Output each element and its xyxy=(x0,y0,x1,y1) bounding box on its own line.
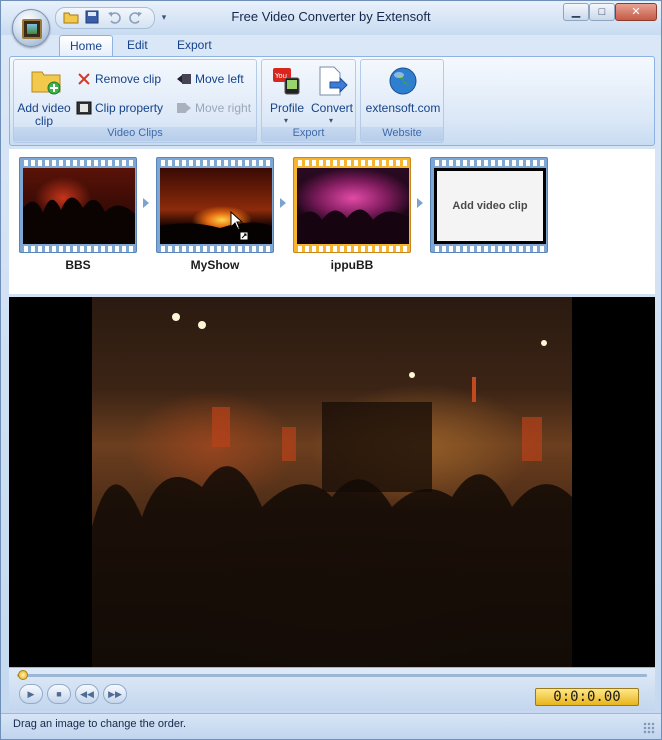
fast-forward-icon: ▶▶ xyxy=(108,689,122,699)
undo-icon[interactable] xyxy=(105,10,123,26)
convert-dropdown-icon: ▾ xyxy=(329,116,334,125)
resize-grip-icon[interactable] xyxy=(643,722,655,734)
play-button[interactable]: ▶ xyxy=(19,684,43,704)
clip-item[interactable]: BBS xyxy=(19,157,139,272)
profile-devices-icon: You xyxy=(271,66,303,96)
clip-property-button[interactable]: Clip property xyxy=(76,99,163,117)
move-right-icon xyxy=(176,101,192,115)
status-text: Drag an image to change the order. xyxy=(13,718,187,730)
remove-clip-button[interactable]: Remove clip xyxy=(76,70,161,88)
close-button[interactable]: ✕ xyxy=(615,3,657,21)
clip-name: BBS xyxy=(65,258,91,272)
move-left-button[interactable]: Move left xyxy=(176,70,244,88)
group-export: You Profile ▾ Convert ▾ Export xyxy=(261,59,356,143)
group-label-website: Website xyxy=(361,127,443,141)
redo-icon[interactable] xyxy=(127,10,145,26)
status-bar: Drag an image to change the order. xyxy=(1,713,661,739)
group-video-clips: Add video clip Remove clip Clip property… xyxy=(13,59,257,143)
ribbon: Add video clip Remove clip Clip property… xyxy=(9,56,655,146)
main-window: ▾ Free Video Converter by Extensoft ▁ □ … xyxy=(0,0,662,740)
extensoft-link-button[interactable]: extensoft.com xyxy=(363,64,443,115)
add-video-clip-tile[interactable]: Add video clip xyxy=(430,157,550,267)
group-label-video-clips: Video Clips xyxy=(14,127,256,141)
clip-thumbnail xyxy=(23,168,135,244)
title-bar: ▾ Free Video Converter by Extensoft ▁ □ … xyxy=(1,1,661,35)
window-title: Free Video Converter by Extensoft xyxy=(231,9,431,24)
seek-bar[interactable] xyxy=(17,674,647,677)
open-folder-icon[interactable] xyxy=(62,10,80,26)
time-display: 0:0:0.00 xyxy=(535,688,639,706)
play-icon: ▶ xyxy=(27,689,35,699)
arrow-right-icon xyxy=(280,198,286,208)
clip-item[interactable]: MyShow xyxy=(156,157,276,272)
film-property-icon xyxy=(76,101,92,115)
arrow-right-icon xyxy=(143,198,149,208)
film-icon xyxy=(22,19,42,39)
remove-x-icon xyxy=(76,72,92,86)
video-preview xyxy=(9,297,655,667)
fast-forward-button[interactable]: ▶▶ xyxy=(103,684,127,704)
group-website: extensoft.com Website xyxy=(360,59,444,143)
clip-name: ippuBB xyxy=(330,258,374,272)
clip-thumbnail xyxy=(160,168,272,244)
customize-qat-button[interactable]: ▾ xyxy=(159,10,169,24)
tab-edit[interactable]: Edit xyxy=(117,35,158,57)
tab-home[interactable]: Home xyxy=(59,35,114,57)
seek-thumb[interactable] xyxy=(18,670,28,680)
clip-thumbnail xyxy=(297,168,409,244)
profile-button[interactable]: You Profile ▾ xyxy=(265,64,309,126)
add-video-clip-button[interactable]: Add video clip xyxy=(16,64,72,128)
maximize-button[interactable]: □ xyxy=(589,3,615,21)
minimize-button[interactable]: ▁ xyxy=(563,3,589,21)
drag-cursor-icon xyxy=(230,210,252,241)
add-video-clip-label: Add video clip xyxy=(437,171,543,241)
rewind-icon: ◀◀ xyxy=(80,689,94,699)
transport-bar: ▶ ■ ◀◀ ▶▶ 0:0:0.00 xyxy=(9,667,655,711)
window-controls: ▁ □ ✕ xyxy=(563,3,657,21)
clip-filmstrip xyxy=(156,157,274,253)
stop-icon: ■ xyxy=(56,689,62,699)
group-label-export: Export xyxy=(262,127,355,141)
globe-icon xyxy=(387,66,419,96)
clip-name: MyShow xyxy=(190,258,240,272)
application-menu-button[interactable] xyxy=(12,9,50,47)
save-icon[interactable] xyxy=(83,10,101,26)
convert-button[interactable]: Convert ▾ xyxy=(310,64,354,126)
move-right-button[interactable]: Move right xyxy=(176,99,251,117)
profile-dropdown-icon: ▾ xyxy=(284,116,289,125)
convert-document-icon xyxy=(316,66,348,96)
video-frame xyxy=(92,297,572,667)
clip-filmstrip-selected xyxy=(293,157,411,253)
clip-item[interactable]: ippuBB xyxy=(293,157,413,272)
move-left-icon xyxy=(176,72,192,86)
quick-access-toolbar xyxy=(55,7,155,29)
clip-filmstrip xyxy=(19,157,137,253)
clip-strip: BBS MyShow ippuBB Add video clip xyxy=(9,149,655,294)
tab-export[interactable]: Export xyxy=(167,35,222,57)
stop-button[interactable]: ■ xyxy=(47,684,71,704)
add-folder-icon xyxy=(30,66,62,96)
clip-filmstrip: Add video clip xyxy=(430,157,548,253)
arrow-right-icon xyxy=(417,198,423,208)
rewind-button[interactable]: ◀◀ xyxy=(75,684,99,704)
